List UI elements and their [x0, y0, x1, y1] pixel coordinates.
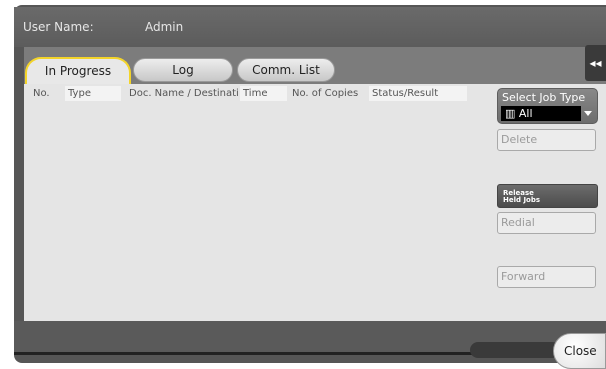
collapse-panel-button[interactable]: ◂◂	[585, 45, 606, 81]
redial-button[interactable]: Redial	[497, 212, 596, 234]
user-name-label: User Name:	[23, 20, 94, 34]
column-header-status[interactable]: Status/Result	[369, 86, 467, 101]
select-job-type-label: Select Job Type	[502, 91, 586, 104]
release-held-jobs-line2: Held Jobs	[503, 196, 541, 204]
tab-log[interactable]: Log	[133, 58, 233, 82]
header-bar	[14, 7, 606, 47]
release-held-jobs-button[interactable]: Release Held Jobs	[497, 184, 598, 208]
column-header-time[interactable]: Time	[240, 86, 287, 101]
forward-button[interactable]: Forward	[497, 266, 596, 288]
column-header-type[interactable]: Type	[65, 86, 121, 101]
column-header-no[interactable]: No.	[30, 86, 60, 101]
column-header-copies[interactable]: No. of Copies	[289, 86, 367, 101]
delete-button[interactable]: Delete	[497, 129, 596, 151]
documents-icon: ▥	[505, 107, 519, 120]
select-job-type-dropdown[interactable]: Select Job Type ▥ All	[497, 88, 598, 124]
user-name-value: Admin	[145, 20, 184, 34]
column-header-doc-name[interactable]: Doc. Name / Destinati	[126, 86, 238, 101]
select-job-type-value: ▥ All	[501, 106, 581, 121]
double-chevron-left-icon: ◂◂	[589, 56, 602, 70]
tab-comm-list[interactable]: Comm. List	[237, 58, 335, 82]
job-type-selected: All	[518, 107, 533, 120]
chevron-down-icon	[584, 111, 592, 116]
close-button[interactable]: Close	[553, 333, 606, 369]
tab-in-progress[interactable]: In Progress	[25, 57, 131, 85]
footer-shadow	[470, 342, 560, 358]
